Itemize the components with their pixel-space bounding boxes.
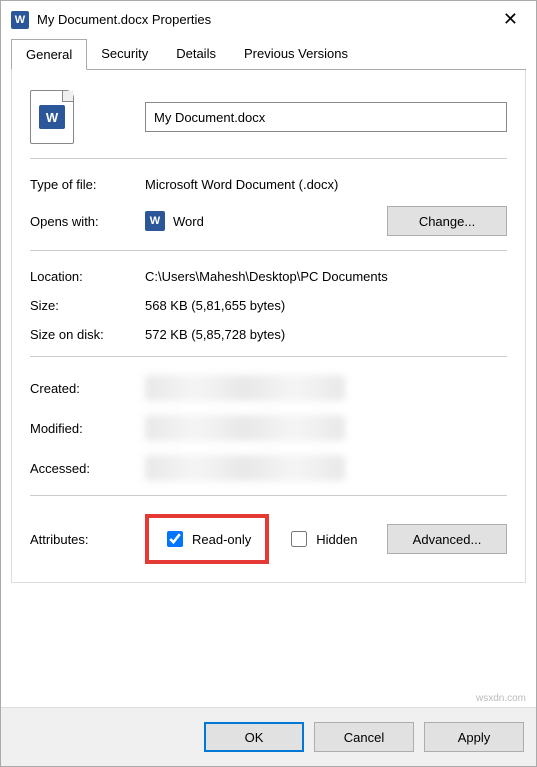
tab-general[interactable]: General xyxy=(11,39,87,70)
divider xyxy=(30,356,507,357)
divider xyxy=(30,250,507,251)
change-button[interactable]: Change... xyxy=(387,206,507,236)
hidden-label: Hidden xyxy=(316,532,357,547)
size-value: 568 KB (5,81,655 bytes) xyxy=(145,298,507,313)
size-on-disk-label: Size on disk: xyxy=(30,327,145,342)
filename-input[interactable] xyxy=(145,102,507,132)
tab-security[interactable]: Security xyxy=(87,39,162,70)
tabs: General Security Details Previous Versio… xyxy=(11,38,526,70)
divider xyxy=(30,158,507,159)
type-of-file-value: Microsoft Word Document (.docx) xyxy=(145,177,507,192)
type-of-file-label: Type of file: xyxy=(30,177,145,192)
word-badge-icon: W xyxy=(39,105,65,129)
window-title: My Document.docx Properties xyxy=(37,12,495,27)
created-label: Created: xyxy=(30,381,145,396)
general-panel: W Type of file: Microsoft Word Document … xyxy=(11,70,526,583)
watermark: wsxdn.com xyxy=(476,693,526,704)
size-on-disk-value: 572 KB (5,85,728 bytes) xyxy=(145,327,507,342)
document-icon: W xyxy=(30,90,74,144)
location-value: C:\Users\Mahesh\Desktop\PC Documents xyxy=(145,269,507,284)
readonly-label: Read-only xyxy=(192,532,251,547)
divider xyxy=(30,495,507,496)
modified-label: Modified: xyxy=(30,421,145,436)
titlebar: W My Document.docx Properties ✕ xyxy=(1,1,536,38)
opens-with-value: Word xyxy=(173,214,204,229)
cancel-button[interactable]: Cancel xyxy=(314,722,414,752)
accessed-value-redacted xyxy=(145,455,345,481)
dialog-button-bar: OK Cancel Apply xyxy=(1,707,536,766)
readonly-checkbox[interactable] xyxy=(167,531,183,547)
created-value-redacted xyxy=(145,375,345,401)
readonly-highlight: Read-only xyxy=(145,514,269,564)
opens-with-label: Opens with: xyxy=(30,214,145,229)
apply-button[interactable]: Apply xyxy=(424,722,524,752)
word-small-icon: W xyxy=(145,211,165,231)
ok-button[interactable]: OK xyxy=(204,722,304,752)
close-icon[interactable]: ✕ xyxy=(495,9,526,30)
accessed-label: Accessed: xyxy=(30,461,145,476)
hidden-checkbox[interactable] xyxy=(291,531,307,547)
modified-value-redacted xyxy=(145,415,345,441)
location-label: Location: xyxy=(30,269,145,284)
file-icon-cell: W xyxy=(30,90,145,144)
word-app-icon: W xyxy=(11,11,29,29)
size-label: Size: xyxy=(30,298,145,313)
advanced-button[interactable]: Advanced... xyxy=(387,524,507,554)
attributes-label: Attributes: xyxy=(30,532,145,547)
tab-details[interactable]: Details xyxy=(162,39,230,70)
tab-previous-versions[interactable]: Previous Versions xyxy=(230,39,362,70)
